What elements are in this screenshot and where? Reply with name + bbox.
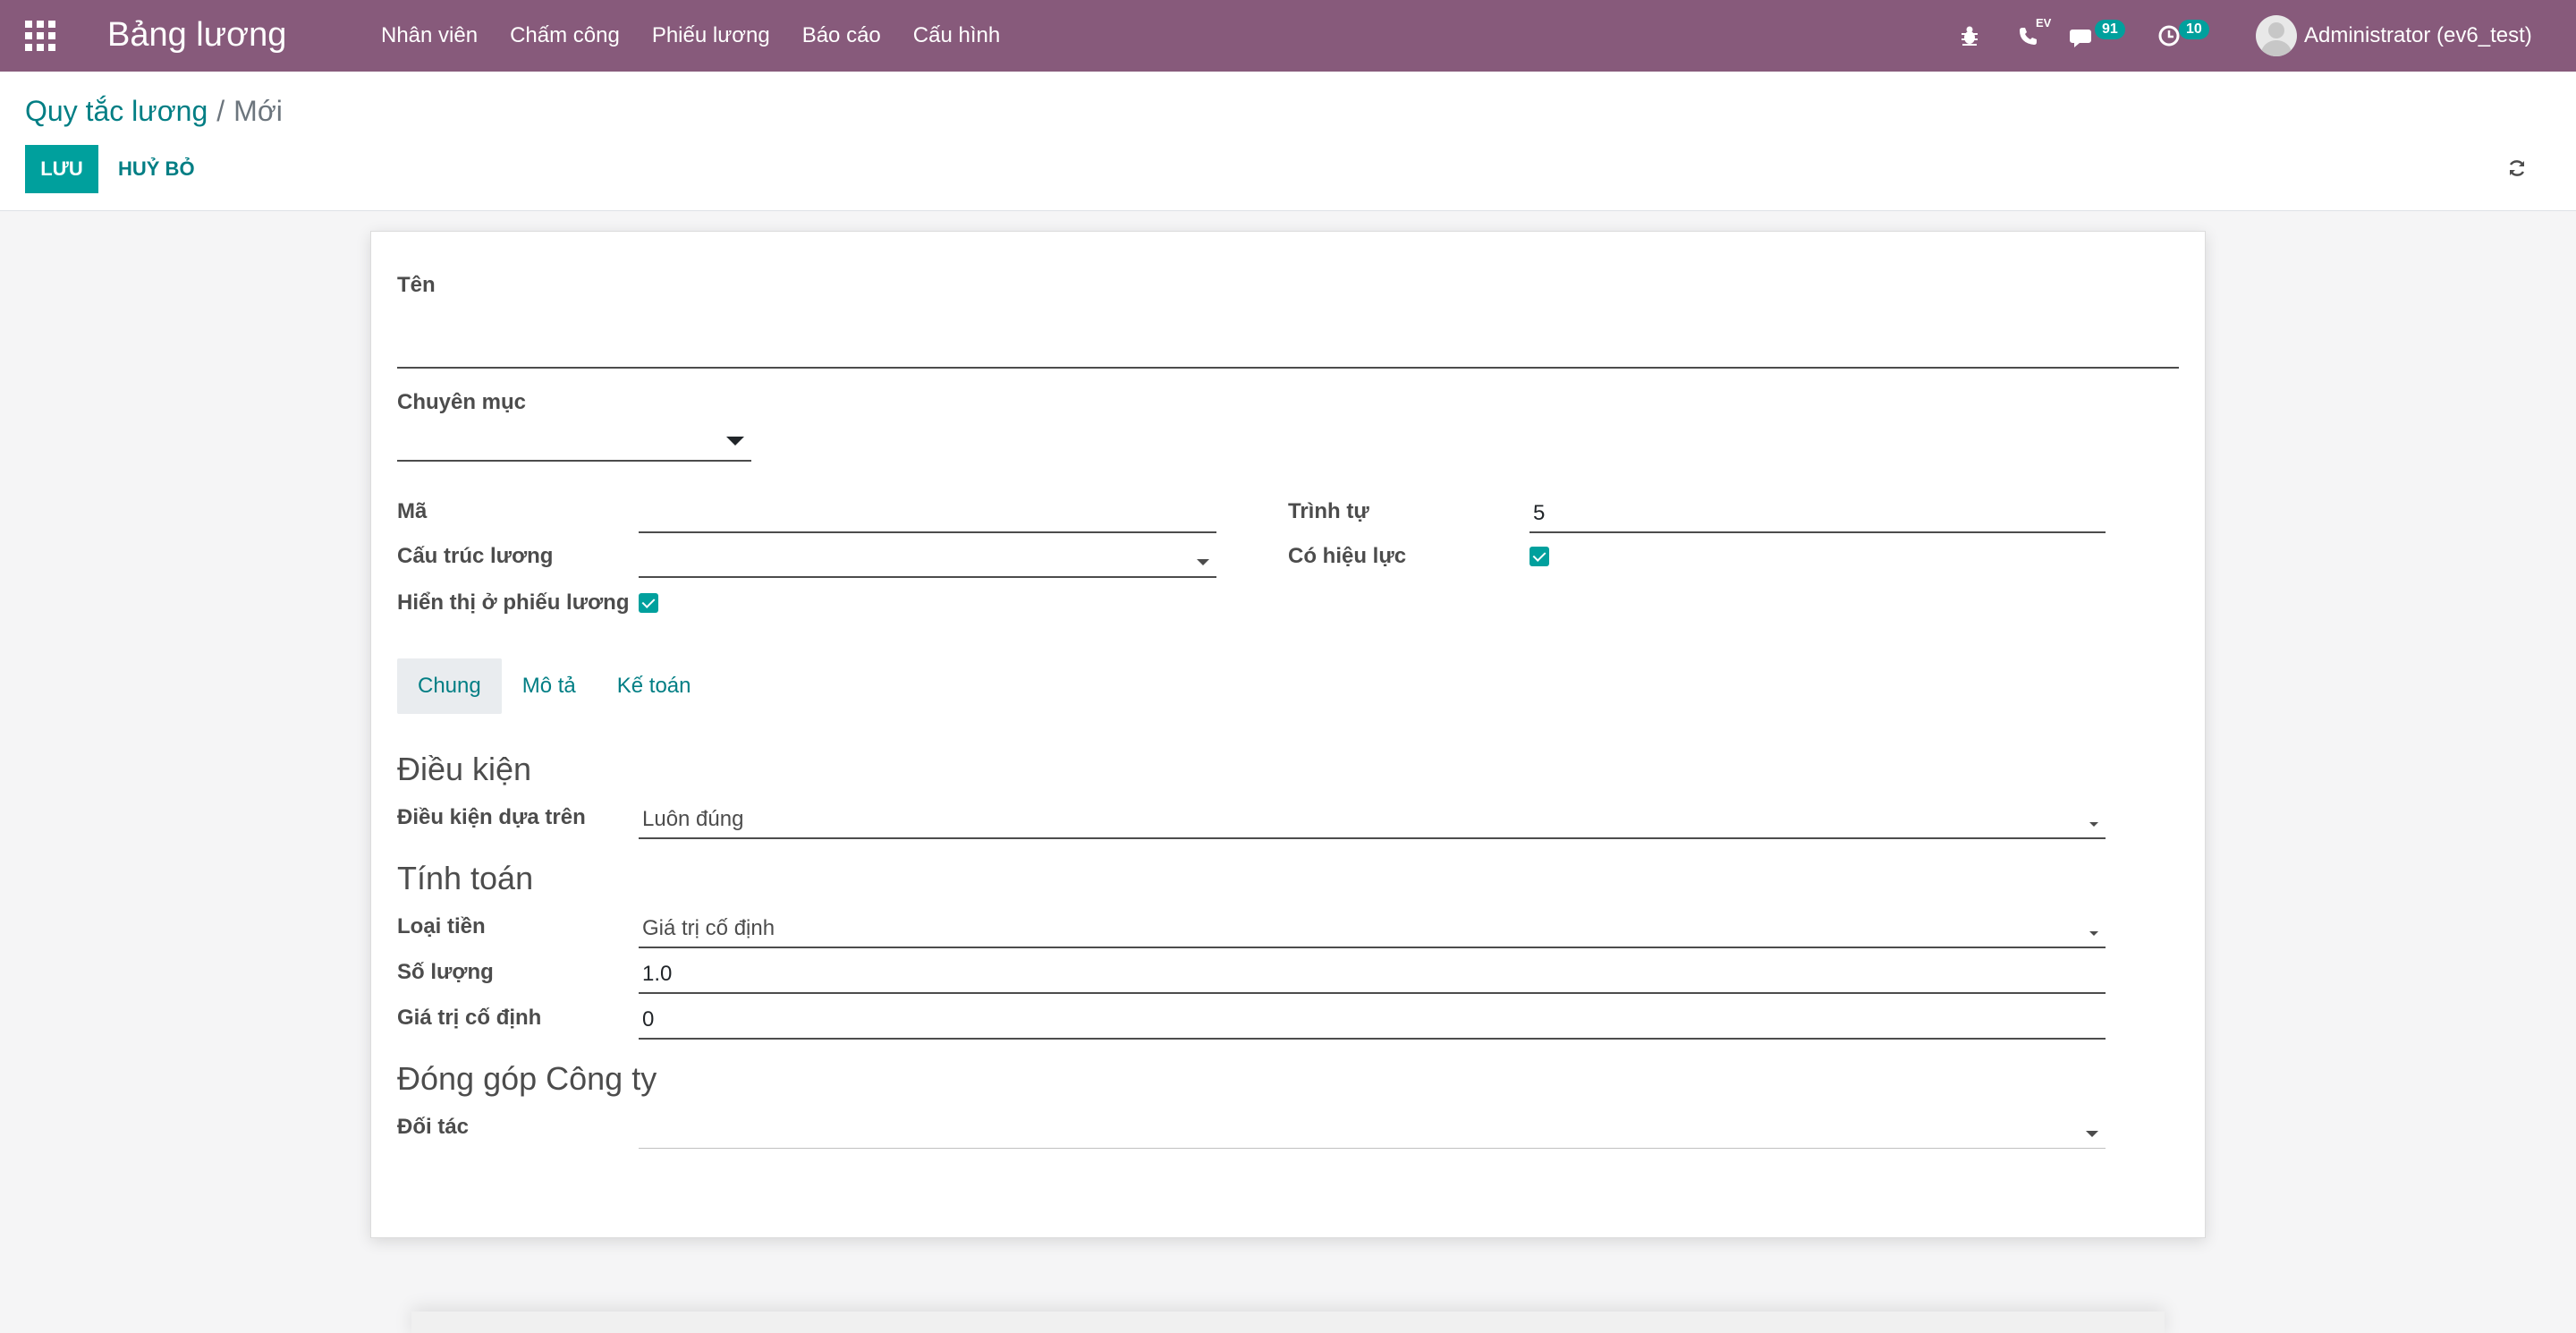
menu-item-reports[interactable]: Báo cáo bbox=[786, 0, 897, 72]
fixed-amount-input[interactable]: 0 bbox=[639, 1000, 2106, 1040]
top-navbar: Bảng lương Nhân viên Chấm công Phiếu lươ… bbox=[0, 0, 2576, 72]
fixed-amount-label: Giá trị cố định bbox=[397, 1006, 542, 1030]
control-panel: Quy tắc lương / Mới LƯU HUỶ BỎ bbox=[0, 72, 2576, 211]
chevron-down-icon bbox=[2089, 822, 2098, 827]
chevron-down-icon bbox=[1197, 559, 1209, 565]
structure-label: Cấu trúc lương bbox=[397, 544, 554, 568]
user-name: Administrator (ev6_test) bbox=[2304, 23, 2532, 47]
name-label: Tên bbox=[397, 273, 436, 297]
menu-item-configuration[interactable]: Cấu hình bbox=[897, 0, 1016, 72]
chat-icon[interactable]: 91 bbox=[2070, 18, 2125, 54]
code-input[interactable] bbox=[639, 494, 1216, 533]
tab-general[interactable]: Chung bbox=[397, 658, 502, 714]
amount-type-label: Loại tiền bbox=[397, 914, 486, 938]
chevron-down-icon bbox=[2089, 931, 2098, 936]
clock-icon[interactable]: 10 bbox=[2157, 18, 2209, 54]
main-menu: Nhân viên Chấm công Phiếu lương Báo cáo … bbox=[365, 0, 1016, 72]
sequence-label: Trình tự bbox=[1288, 499, 1369, 523]
breadcrumb: Quy tắc lương / Mới bbox=[25, 91, 283, 131]
condition-based-label: Điều kiện dựa trên bbox=[397, 805, 586, 829]
partner-select[interactable] bbox=[639, 1109, 2106, 1149]
save-button[interactable]: LƯU bbox=[25, 145, 98, 193]
company-contribution-title: Đóng góp Công ty bbox=[397, 1060, 657, 1097]
fixed-amount-value: 0 bbox=[642, 1007, 655, 1032]
breadcrumb-separator: / bbox=[216, 95, 225, 127]
avatar bbox=[2256, 15, 2297, 56]
amount-type-value: Giá trị cố định bbox=[642, 916, 775, 940]
computation-title: Tính toán bbox=[397, 860, 534, 896]
activities-count-badge: 10 bbox=[2179, 20, 2209, 39]
form-tabs: Chung Mô tả Kế toán bbox=[397, 658, 712, 714]
phone-label: EV bbox=[2036, 16, 2052, 30]
condition-based-value: Luôn đúng bbox=[642, 807, 744, 831]
category-select[interactable] bbox=[397, 420, 751, 462]
tab-description[interactable]: Mô tả bbox=[502, 658, 597, 714]
amount-type-select[interactable]: Giá trị cố định bbox=[639, 909, 2106, 948]
quantity-value: 1.0 bbox=[642, 962, 673, 986]
menu-item-employees[interactable]: Nhân viên bbox=[365, 0, 494, 72]
quantity-label: Số lượng bbox=[397, 960, 494, 984]
quantity-input[interactable]: 1.0 bbox=[639, 955, 2106, 994]
category-label: Chuyên mục bbox=[397, 390, 527, 414]
code-label: Mã bbox=[397, 499, 428, 523]
app-title[interactable]: Bảng lương bbox=[107, 13, 286, 57]
sequence-input[interactable]: 5 bbox=[1530, 494, 2106, 533]
condition-based-select[interactable]: Luôn đúng bbox=[639, 800, 2106, 839]
breadcrumb-current: Mới bbox=[233, 95, 283, 127]
discard-button[interactable]: HUỶ BỎ bbox=[109, 145, 204, 193]
show-on-payslip-label: Hiển thị ở phiếu lương bbox=[397, 590, 630, 615]
conditions-title: Điều kiện bbox=[397, 751, 532, 787]
apps-grid-icon[interactable] bbox=[25, 21, 55, 51]
sheet-shadow bbox=[411, 1312, 2165, 1333]
partner-label: Đối tác bbox=[397, 1115, 470, 1139]
name-input[interactable] bbox=[397, 322, 2179, 369]
show-on-payslip-checkbox[interactable] bbox=[639, 593, 658, 613]
bug-icon[interactable] bbox=[1959, 18, 1980, 54]
active-checkbox[interactable] bbox=[1530, 547, 1549, 566]
menu-item-payslips[interactable]: Phiếu lương bbox=[636, 0, 786, 72]
chevron-down-icon bbox=[726, 437, 744, 446]
tab-accounting[interactable]: Kế toán bbox=[597, 658, 712, 714]
messages-count-badge: 91 bbox=[2095, 20, 2125, 39]
phone-icon[interactable]: EV bbox=[2016, 16, 2051, 54]
menu-item-attendance[interactable]: Chấm công bbox=[494, 0, 636, 72]
sequence-value: 5 bbox=[1533, 501, 1546, 525]
user-menu[interactable]: Administrator (ev6_test) bbox=[2256, 14, 2532, 57]
structure-select[interactable] bbox=[639, 539, 1216, 578]
breadcrumb-parent[interactable]: Quy tắc lương bbox=[25, 95, 208, 127]
chevron-down-icon bbox=[2086, 1131, 2098, 1137]
refresh-icon[interactable] bbox=[2506, 157, 2528, 179]
active-label: Có hiệu lực bbox=[1288, 544, 1407, 568]
